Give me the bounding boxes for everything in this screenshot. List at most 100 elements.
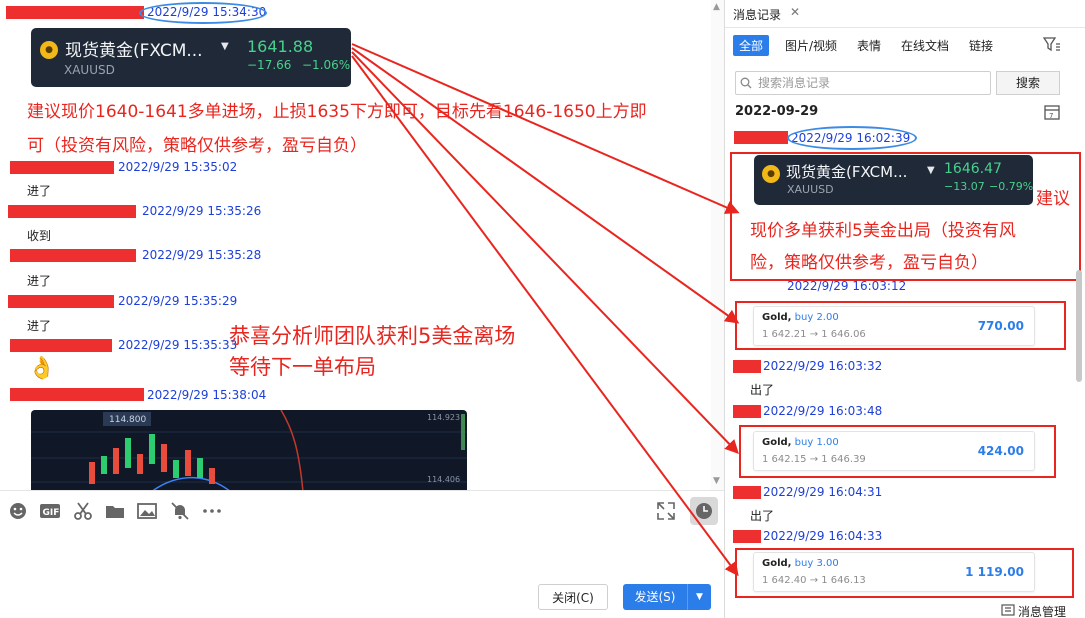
filter-links[interactable]: 链接 [969, 37, 993, 54]
trade-asset: Gold, [762, 558, 792, 569]
candlestick-svg: 114.800 114.923 114.406 [31, 410, 467, 490]
history-tab[interactable]: 消息记录 [733, 6, 781, 23]
message-text: 进了 [27, 319, 52, 333]
sender-name-redacted [10, 388, 144, 401]
quote-symbol: XAUUSD [64, 63, 115, 77]
search-button[interactable]: 搜索 [996, 71, 1060, 95]
message-time: 2022/9/29 15:35:28 [142, 248, 262, 262]
candles [89, 434, 215, 484]
svg-text:7: 7 [1049, 112, 1053, 120]
history-icon[interactable] [690, 497, 718, 525]
sender-name-redacted [6, 6, 144, 19]
gold-coin-icon: ● [40, 41, 58, 59]
send-options-chevron-icon[interactable]: ▼ [687, 584, 711, 610]
sender-name-redacted [733, 530, 761, 543]
chevron-down-icon: ▼ [221, 41, 229, 52]
trade-prices: 1 642.21 → 1 646.06 [762, 329, 866, 340]
scissors-icon[interactable] [73, 501, 93, 521]
chat-pane: 2022/9/29 15:34:30 ● 现货黄金(FXCM... ▼ XAUU… [0, 0, 724, 490]
message-time: 2022/9/29 16:03:48 [763, 404, 883, 418]
message-text: 出了 [750, 383, 775, 397]
message-text: 出了 [750, 509, 775, 523]
trade-title: Gold, buy 3.00 [762, 558, 839, 569]
sender-name-redacted [733, 360, 761, 373]
trade-prices: 1 642.15 → 1 646.39 [762, 454, 866, 465]
highlight-ring [139, 2, 267, 24]
trade-card[interactable]: Gold, buy 2.00 1 642.21 → 1 646.06 770.0… [753, 306, 1035, 346]
message-time: 2022/9/29 15:35:29 [118, 294, 238, 308]
more-icon[interactable] [202, 501, 222, 521]
quote-card[interactable]: ● 现货黄金(FXCM... ▼ XAUUSD 1641.88 −17.66 −… [31, 28, 351, 87]
message-time: 2022/9/29 15:38:04 [147, 388, 267, 402]
calendar-icon[interactable]: 7 [1044, 104, 1060, 120]
message-composer[interactable]: 关闭(C) 发送(S) ▼ [0, 530, 724, 618]
message-time: 2022/9/29 16:04:33 [763, 529, 883, 543]
sender-name-redacted [8, 205, 136, 218]
message-manage-icon[interactable] [1001, 604, 1015, 616]
history-scrollbar[interactable] [1076, 270, 1082, 382]
filter-icon[interactable] [1043, 36, 1061, 52]
send-button[interactable]: 发送(S) [623, 584, 687, 610]
message-text: 进了 [27, 274, 52, 288]
highlight-ring [787, 126, 917, 150]
congrats-text-line1: 恭喜分析师团队获利5美金离场 [229, 324, 516, 348]
gif-icon[interactable]: GIF [39, 501, 61, 521]
sender-name-redacted [10, 161, 114, 174]
trade-title: Gold, buy 1.00 [762, 437, 839, 448]
close-button[interactable]: 关闭(C) [538, 584, 608, 610]
message-time: 2022/9/29 16:04:31 [763, 485, 883, 499]
trade-prices: 1 642.40 → 1 646.13 [762, 575, 866, 586]
advice-text-line1: 建议现价1640-1641多单进场，止损1635下方即可，目标先看1646-16… [27, 102, 647, 122]
trade-asset: Gold, [762, 437, 792, 448]
chart-tick-right-mid: 114.406 [427, 475, 460, 484]
ok-hand-emoji: 👌 [28, 356, 56, 381]
advice-text-line2: 可（投资有风险，策略仅供参考，盈亏自负） [27, 136, 367, 156]
emoji-icon[interactable] [8, 501, 28, 521]
congrats-text-line2: 等待下一单布局 [229, 355, 376, 379]
sender-name-redacted [10, 339, 112, 352]
close-icon[interactable]: ✕ [790, 5, 800, 19]
message-time: 2022/9/29 15:35:26 [142, 204, 262, 218]
quote-price: 1641.88 [247, 37, 314, 56]
trade-card[interactable]: Gold, buy 3.00 1 642.40 → 1 646.13 1 119… [753, 552, 1035, 592]
advice-text-line1: 现价多单获利5美金出局（投资有风 [750, 221, 1016, 241]
filter-media[interactable]: 图片/视频 [785, 37, 837, 54]
message-text: 收到 [27, 229, 52, 243]
expand-icon[interactable] [656, 501, 676, 521]
image-icon[interactable] [137, 501, 157, 521]
chevron-down-icon: ▼ [927, 165, 935, 176]
chart-tick-top: 114.800 [109, 415, 146, 425]
message-time: 2022/9/29 16:03:12 [787, 279, 907, 293]
divider [725, 27, 1085, 28]
trade-title: Gold, buy 2.00 [762, 312, 839, 323]
message-manage-link[interactable]: 消息管理 [1018, 603, 1066, 618]
message-time: 2022/9/29 15:35:02 [118, 160, 238, 174]
trade-card[interactable]: Gold, buy 1.00 1 642.15 → 1 646.39 424.0… [753, 431, 1035, 471]
sender-name-redacted [733, 405, 761, 418]
filter-stickers[interactable]: 表情 [857, 37, 881, 54]
sender-name-redacted [8, 295, 114, 308]
quote-change: −17.66 [247, 58, 292, 72]
message-time: 2022/9/29 16:03:32 [763, 359, 883, 373]
trade-side: buy 2.00 [794, 312, 839, 323]
quote-card[interactable]: ● 现货黄金(FXCM... ▼ XAUUSD 1646.47 −13.07 −… [754, 155, 1033, 205]
search-icon [740, 77, 752, 89]
filter-docs[interactable]: 在线文档 [901, 37, 949, 54]
message-history-pane: 消息记录 ✕ 全部 图片/视频 表情 在线文档 链接 搜索消息记录 搜索 202… [724, 0, 1085, 618]
quote-change-pct: −1.06% [302, 58, 351, 72]
filter-all[interactable]: 全部 [733, 35, 770, 56]
candlestick-chart-image[interactable]: 114.800 114.923 114.406 [31, 410, 467, 490]
sender-name-redacted [733, 486, 761, 499]
trade-asset: Gold, [762, 312, 792, 323]
input-toolbar: GIF [0, 490, 724, 530]
mute-bell-icon[interactable] [170, 501, 190, 521]
search-input[interactable]: 搜索消息记录 [735, 71, 991, 95]
quote-name: 现货黄金(FXCM... [786, 163, 908, 181]
folder-icon[interactable] [105, 501, 125, 521]
message-text: 进了 [27, 184, 52, 198]
chat-scrollbar[interactable]: ▲ ▼ [711, 0, 724, 490]
quote-name: 现货黄金(FXCM... [65, 41, 203, 61]
trade-pnl: 1 119.00 [965, 565, 1024, 579]
message-time: 2022/9/29 15:35:33 [118, 338, 238, 352]
history-date: 2022-09-29 [735, 104, 819, 119]
